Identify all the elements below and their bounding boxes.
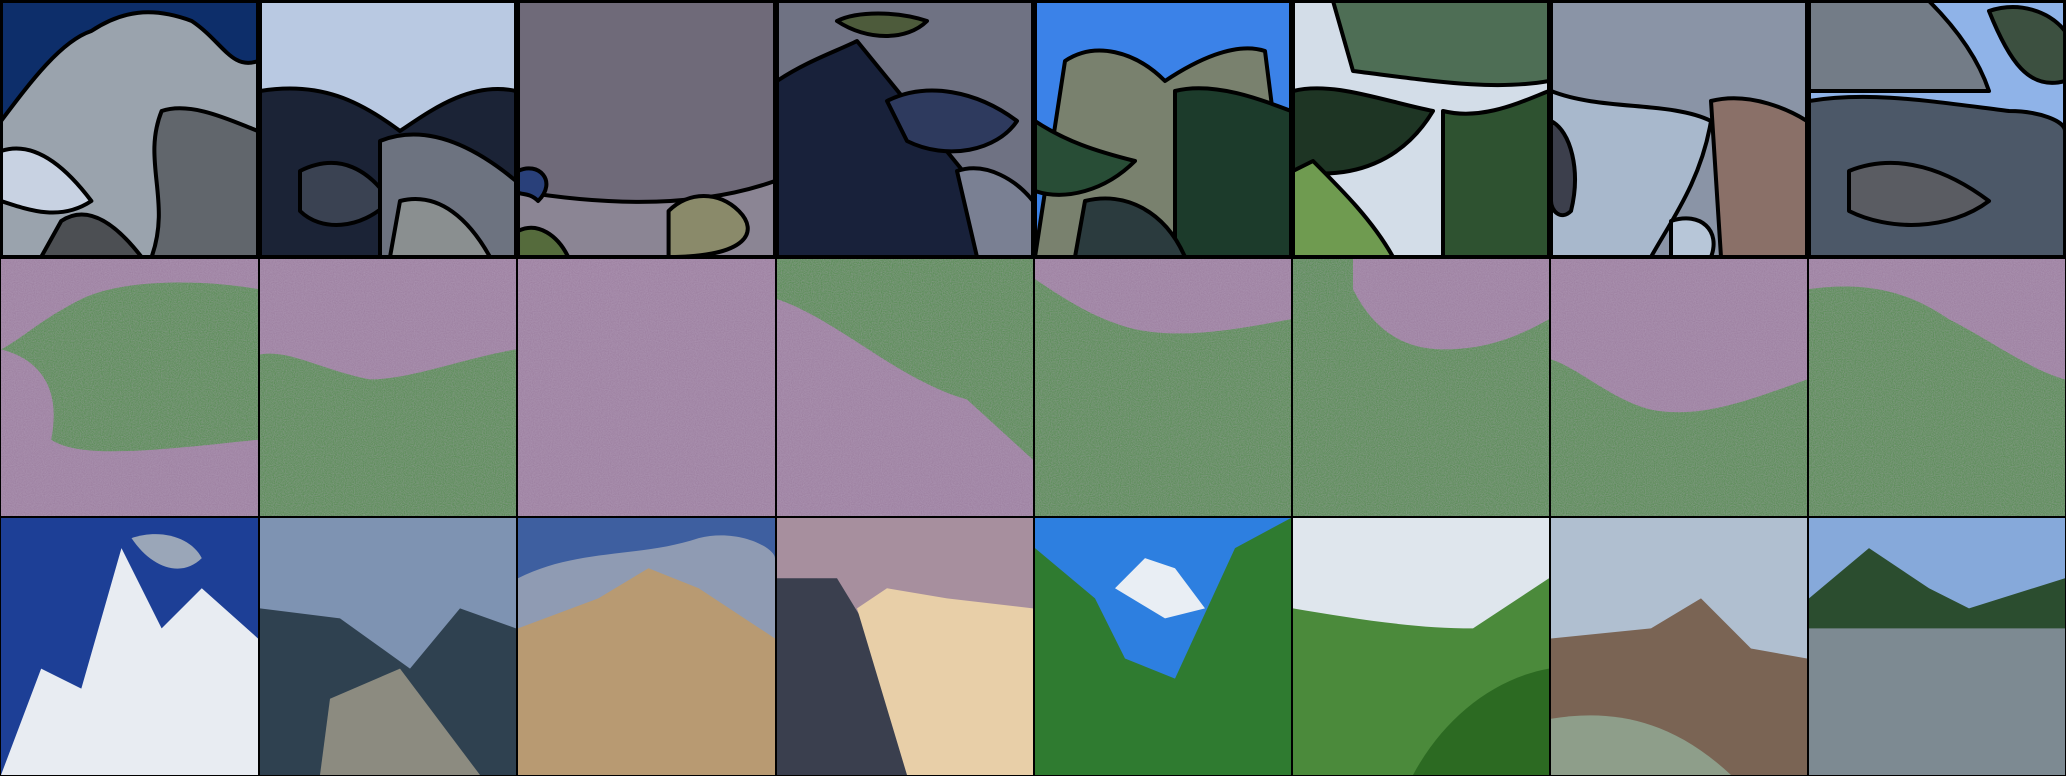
segmentation-map (260, 1, 516, 257)
segmentation-map (1, 1, 258, 257)
ground-truth-photo (1809, 518, 2065, 775)
generated-output (1551, 259, 1807, 516)
generated-output (777, 259, 1033, 516)
ground-truth-photo (260, 518, 516, 775)
ground-truth-photo (1551, 518, 1807, 775)
ground-truth-photo (1035, 518, 1291, 775)
image-grid (0, 0, 2066, 776)
segmentation-map (777, 1, 1033, 257)
generated-output (260, 259, 516, 516)
segmentation-map (1809, 1, 2065, 257)
segmentation-map (1293, 1, 1549, 257)
generated-output (1293, 259, 1549, 516)
generated-output (1, 259, 258, 516)
generated-output (1035, 259, 1291, 516)
segmentation-map (1035, 1, 1291, 257)
generated-output (1809, 259, 2065, 516)
ground-truth-photo (1293, 518, 1549, 775)
segmentation-map (518, 1, 775, 257)
ground-truth-photo (777, 518, 1033, 775)
ground-truth-photo (1, 518, 258, 775)
generated-output (518, 259, 775, 516)
ground-truth-photo (518, 518, 775, 775)
segmentation-map (1551, 1, 1807, 257)
